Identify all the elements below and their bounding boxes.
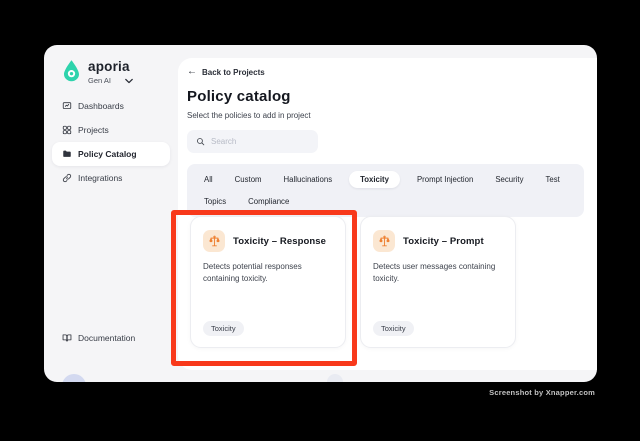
- user-avatar[interactable]: [62, 374, 86, 382]
- back-arrow-icon: ←: [187, 66, 197, 77]
- brand-name: aporia: [88, 59, 130, 74]
- filter-tab[interactable]: Security: [490, 172, 528, 187]
- card-icon-box: [203, 230, 225, 252]
- search-input[interactable]: [211, 137, 309, 146]
- card-title: Toxicity – Prompt: [403, 235, 484, 247]
- chevron-down-icon[interactable]: [125, 78, 133, 84]
- scales-icon: [208, 235, 220, 246]
- search-box[interactable]: [187, 130, 318, 153]
- back-to-projects-link[interactable]: ← Back to Projects: [187, 67, 265, 77]
- search-icon: [197, 138, 205, 146]
- card-title: Toxicity – Response: [233, 235, 327, 247]
- main-panel: ← Back to Projects Policy catalog Select…: [178, 58, 597, 370]
- sidebar-footer: Documentation: [52, 326, 170, 350]
- aporia-drop-icon: [63, 60, 80, 82]
- link-icon: [62, 173, 72, 183]
- policy-card-toxicity-response[interactable]: Toxicity – Response Detects potential re…: [190, 216, 346, 348]
- scales-icon: [378, 235, 390, 246]
- filter-tabs: All Custom Hallucinations Toxicity Promp…: [187, 164, 584, 217]
- sidebar-item-label: Integrations: [78, 173, 123, 183]
- policy-cards: Toxicity – Response Detects potential re…: [190, 216, 516, 348]
- filter-tab[interactable]: Test: [541, 172, 565, 187]
- filter-tab[interactable]: Toxicity: [349, 171, 400, 189]
- filter-tab[interactable]: Topics: [199, 194, 231, 209]
- filter-tab[interactable]: All: [199, 172, 218, 187]
- sidebar-item-label: Policy Catalog: [78, 149, 137, 159]
- app-window: aporia Gen AI Dashboards Projects Policy…: [44, 45, 597, 382]
- brand-logo[interactable]: aporia Gen AI: [62, 59, 133, 85]
- card-icon-box: [373, 230, 395, 252]
- card-description: Detects user messages containing toxicit…: [373, 262, 496, 284]
- page-subtitle: Select the policies to add in project: [187, 111, 311, 120]
- sidebar-nav: Dashboards Projects Policy Catalog Integ…: [52, 94, 170, 190]
- sidebar-item-documentation[interactable]: Documentation: [52, 326, 170, 350]
- sidebar: aporia Gen AI Dashboards Projects Policy…: [44, 45, 178, 382]
- back-link-label: Back to Projects: [202, 67, 265, 77]
- sidebar-item-label: Projects: [78, 125, 109, 135]
- card-description: Detects potential responses containing t…: [203, 262, 302, 284]
- page-title: Policy catalog: [187, 88, 291, 105]
- folder-icon: [63, 150, 71, 157]
- watermark-label: Screenshot by Xnapper.com: [489, 388, 595, 397]
- workspace-label: Gen AI: [88, 76, 111, 85]
- dashboards-icon: [62, 102, 72, 109]
- sidebar-item-label: Documentation: [78, 333, 136, 343]
- screenshot-canvas: { "brand": { "name": "aporia", "workspac…: [0, 0, 640, 441]
- card-tag: Toxicity: [203, 321, 244, 336]
- filter-tab[interactable]: Custom: [230, 172, 267, 187]
- filter-tab[interactable]: Hallucinations: [279, 172, 338, 187]
- filter-tab[interactable]: Compliance: [243, 194, 294, 209]
- filter-tab[interactable]: Prompt Injection: [412, 172, 478, 187]
- sidebar-item-dashboards[interactable]: Dashboards: [52, 94, 170, 118]
- card-tag: Toxicity: [373, 321, 414, 336]
- sidebar-item-label: Dashboards: [78, 101, 124, 111]
- projects-icon: [62, 125, 72, 135]
- sidebar-item-integrations[interactable]: Integrations: [52, 166, 170, 190]
- sidebar-item-policy-catalog[interactable]: Policy Catalog: [52, 142, 170, 166]
- sidebar-item-projects[interactable]: Projects: [52, 118, 170, 142]
- help-fab-peek[interactable]: [327, 374, 343, 382]
- book-icon: [62, 334, 72, 342]
- policy-card-toxicity-prompt[interactable]: Toxicity – Prompt Detects user messages …: [360, 216, 516, 348]
